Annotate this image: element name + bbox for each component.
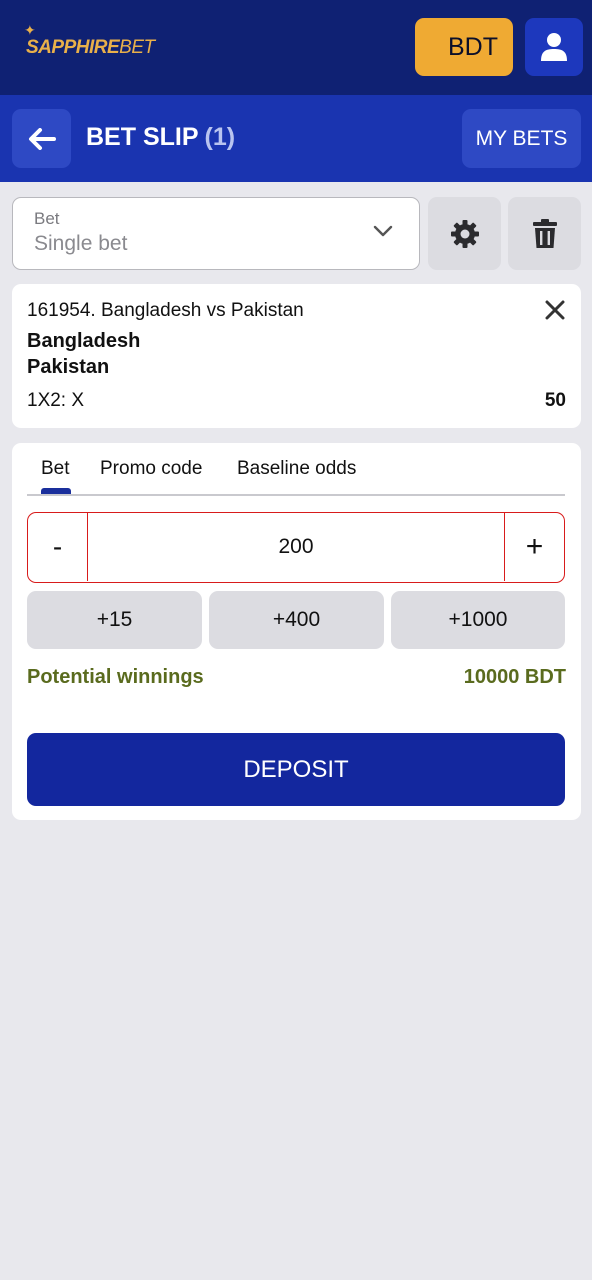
deposit-button[interactable]: DEPOSIT xyxy=(27,733,565,806)
sapphirebet-logo[interactable]: ✦ SAPPHIREBET xyxy=(24,22,155,65)
tab-bet[interactable]: Bet xyxy=(41,458,70,480)
bet-event-card: 161954. Bangladesh vs Pakistan Banglades… xyxy=(12,284,581,428)
potential-winnings-value: 10000 BDT xyxy=(463,666,566,688)
odds-value: 50 xyxy=(544,390,566,411)
settings-button[interactable] xyxy=(428,197,501,270)
page-title: BET SLIP (1) xyxy=(86,123,236,151)
bet-slip-header: BET SLIP (1) MY BETS xyxy=(0,95,592,182)
market-selection: 1X2: X xyxy=(27,390,85,411)
user-icon xyxy=(541,33,567,61)
quick-amount-button[interactable]: +1000 xyxy=(391,591,565,649)
top-bar: ✦ SAPPHIREBET BDT xyxy=(0,0,592,95)
bet-type-select[interactable]: Bet Single bet xyxy=(12,197,420,270)
stake-stepper: - 200 + xyxy=(27,512,565,583)
back-button[interactable] xyxy=(12,109,71,168)
currency-label: BDT xyxy=(448,32,498,61)
chevron-down-icon xyxy=(373,225,393,237)
currency-button[interactable]: BDT xyxy=(415,18,513,76)
gear-icon xyxy=(450,219,479,248)
close-icon[interactable] xyxy=(545,300,565,320)
bet-type-label: Bet xyxy=(34,209,60,228)
account-button[interactable] xyxy=(525,18,583,76)
my-bets-button[interactable]: MY BETS xyxy=(462,109,581,168)
team-home: Bangladesh xyxy=(27,330,141,352)
tab-divider xyxy=(27,494,565,496)
trash-icon xyxy=(532,218,557,248)
tab-baseline-odds[interactable]: Baseline odds xyxy=(237,458,356,480)
clear-slip-button[interactable] xyxy=(508,197,581,270)
stake-input[interactable]: 200 xyxy=(88,513,504,581)
quick-amount-button[interactable]: +15 xyxy=(27,591,202,649)
bet-count: (1) xyxy=(204,123,236,151)
stake-card: Bet Promo code Baseline odds - 200 + +15… xyxy=(12,443,581,820)
quick-amount-button[interactable]: +400 xyxy=(209,591,384,649)
logo-text: SAPPHIREBET xyxy=(26,37,155,58)
team-away: Pakistan xyxy=(27,356,110,378)
tab-promo-code[interactable]: Promo code xyxy=(100,458,202,480)
sparkle-icon: ✦ xyxy=(24,22,36,38)
bet-type-value: Single bet xyxy=(34,232,128,255)
increase-stake-button[interactable]: + xyxy=(504,513,564,581)
decrease-stake-button[interactable]: - xyxy=(28,513,88,581)
potential-winnings-label: Potential winnings xyxy=(27,666,204,688)
event-title: 161954. Bangladesh vs Pakistan xyxy=(27,300,304,321)
arrow-left-icon xyxy=(28,127,56,150)
